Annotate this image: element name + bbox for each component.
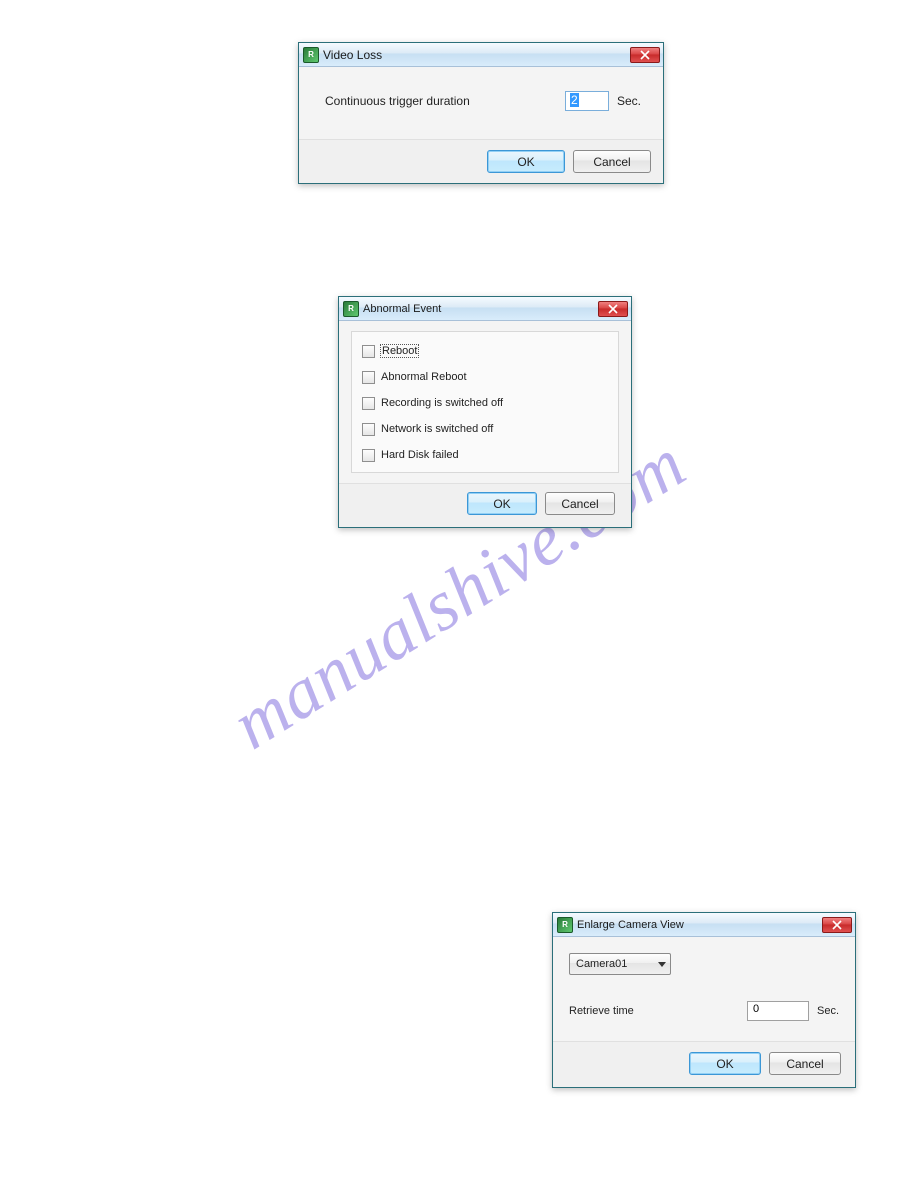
duration-input[interactable]: 2	[565, 91, 609, 111]
ok-button[interactable]: OK	[467, 492, 537, 515]
dialog-title: Abnormal Event	[363, 303, 598, 315]
option-reboot[interactable]: Reboot	[356, 338, 614, 364]
titlebar[interactable]: R Video Loss	[299, 43, 663, 67]
abnormal-event-dialog: R Abnormal Event Reboot Abnormal Reboot …	[338, 296, 632, 528]
option-label: Recording is switched off	[381, 397, 503, 409]
chevron-down-icon	[658, 962, 666, 967]
close-button[interactable]	[822, 917, 852, 933]
checkbox-icon[interactable]	[362, 423, 375, 436]
retrieve-label: Retrieve time	[569, 1005, 747, 1017]
duration-unit: Sec.	[617, 94, 641, 108]
checkbox-icon[interactable]	[362, 449, 375, 462]
retrieve-unit: Sec.	[817, 1005, 839, 1017]
cancel-button[interactable]: Cancel	[573, 150, 651, 173]
camera-select[interactable]: Camera01	[569, 953, 671, 975]
close-icon	[608, 304, 618, 314]
option-network-off[interactable]: Network is switched off	[356, 416, 614, 442]
camera-selected-value: Camera01	[576, 958, 627, 970]
checkbox-icon[interactable]	[362, 345, 375, 358]
ok-button[interactable]: OK	[487, 150, 565, 173]
cancel-button[interactable]: Cancel	[545, 492, 615, 515]
video-loss-dialog: R Video Loss Continuous trigger duration…	[298, 42, 664, 184]
titlebar[interactable]: R Abnormal Event	[339, 297, 631, 321]
titlebar[interactable]: R Enlarge Camera View	[553, 913, 855, 937]
app-icon: R	[343, 301, 359, 317]
cancel-button[interactable]: Cancel	[769, 1052, 841, 1075]
close-button[interactable]	[598, 301, 628, 317]
option-recording-off[interactable]: Recording is switched off	[356, 390, 614, 416]
ok-button[interactable]: OK	[689, 1052, 761, 1075]
option-label: Hard Disk failed	[381, 449, 459, 461]
option-hdd-failed[interactable]: Hard Disk failed	[356, 442, 614, 468]
checkbox-icon[interactable]	[362, 397, 375, 410]
option-label: Reboot	[380, 344, 419, 358]
close-button[interactable]	[630, 47, 660, 63]
option-label: Abnormal Reboot	[381, 371, 467, 383]
app-icon: R	[557, 917, 573, 933]
checkbox-icon[interactable]	[362, 371, 375, 384]
dialog-title: Video Loss	[323, 48, 630, 62]
option-label: Network is switched off	[381, 423, 493, 435]
close-icon	[640, 50, 650, 60]
duration-label: Continuous trigger duration	[325, 94, 565, 108]
enlarge-camera-dialog: R Enlarge Camera View Camera01 Retrieve …	[552, 912, 856, 1088]
app-icon: R	[303, 47, 319, 63]
option-abnormal-reboot[interactable]: Abnormal Reboot	[356, 364, 614, 390]
close-icon	[832, 920, 842, 930]
dialog-title: Enlarge Camera View	[577, 919, 822, 931]
retrieve-input[interactable]: 0	[747, 1001, 809, 1021]
